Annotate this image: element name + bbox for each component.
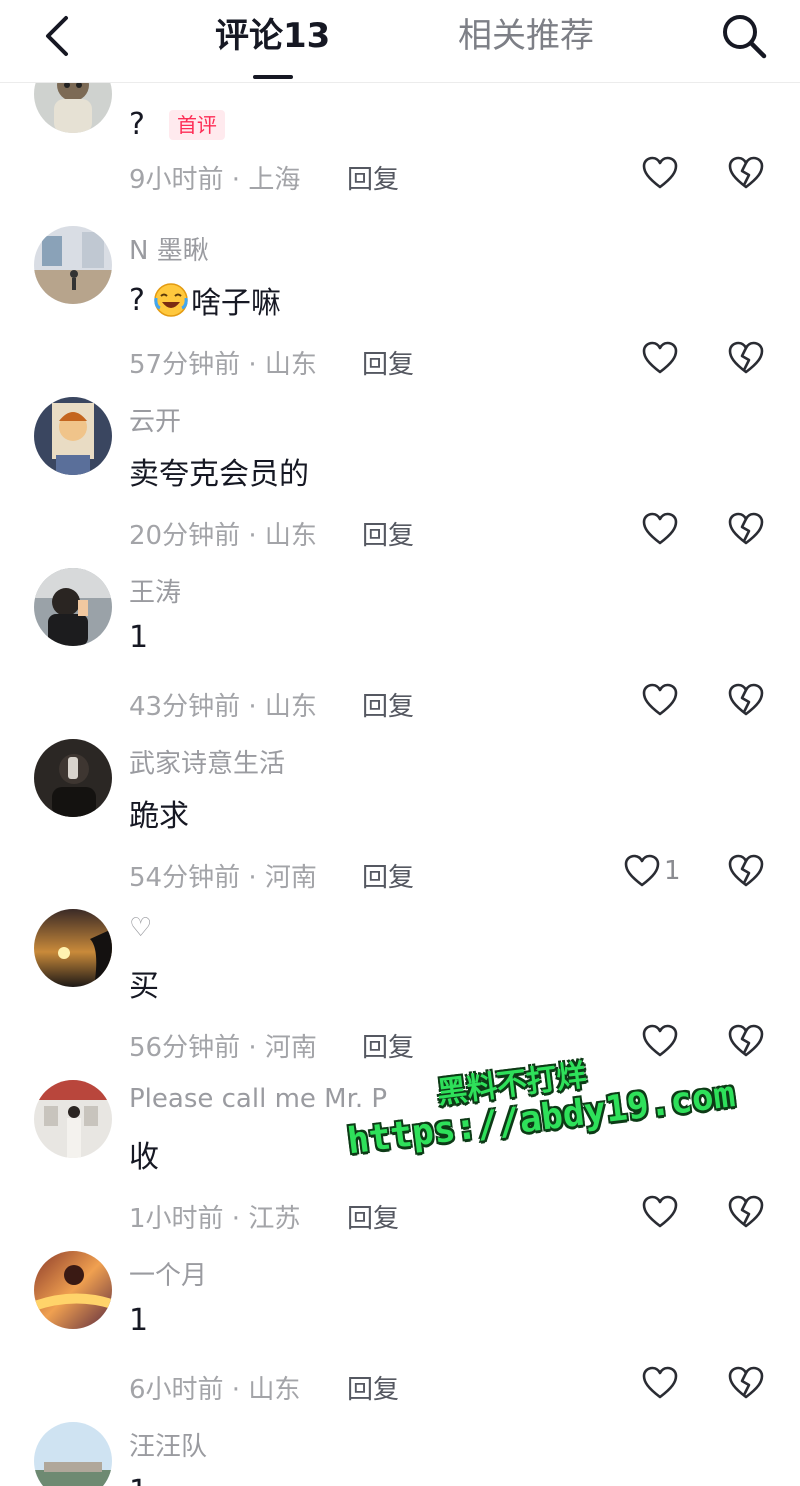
heart-icon [624,854,660,887]
tab-comments[interactable]: 评论13 [215,14,330,58]
reply-button[interactable]: 回复 [362,515,414,552]
comment-meta: 54分钟前 · 河南 [129,863,317,893]
comment-text: 卖夸克会员的 [129,457,309,492]
reply-button[interactable]: 回复 [347,1369,399,1406]
username[interactable]: ♡ [129,913,152,943]
like-button[interactable] [640,680,680,720]
username[interactable]: 一个月 [129,1255,207,1292]
comment-meta: 6小时前 · 山东 [129,1375,301,1405]
dislike-button[interactable] [726,851,766,891]
first-comment-badge: 首评 [168,109,225,140]
comment-text: 1 [129,1303,149,1338]
reply-button[interactable]: 回复 [362,686,414,723]
avatar[interactable] [34,1422,112,1486]
reply-button[interactable]: 回复 [362,344,414,381]
comment-meta: 43分钟前 · 山东 [129,692,317,722]
broken-heart-icon [728,156,764,189]
heart-icon [642,1024,678,1057]
chevron-left-icon [46,16,68,56]
avatar[interactable] [34,909,112,987]
comment-text: 收 [129,1140,159,1175]
tab-related[interactable]: 相关推荐 [458,14,594,58]
broken-heart-icon [728,683,764,716]
like-button[interactable] [640,338,680,378]
broken-heart-icon [728,512,764,545]
comment-item: Please call me Mr. P 收 1小时前 · 江苏 回复 [0,1080,800,1251]
like-button[interactable] [640,1192,680,1232]
broken-heart-icon [728,1195,764,1228]
comment-text: 1 [129,1474,148,1486]
heart-icon [642,1366,678,1399]
comment-meta: 57分钟前 · 山东 [129,350,317,380]
dislike-button[interactable] [726,153,766,193]
username[interactable]: 云开 [129,401,181,438]
comment-item: ♡ 买 56分钟前 · 河南 回复 [0,909,800,1080]
username[interactable]: Please call me Mr. P [129,1084,387,1114]
comment-item: 王涛 1 43分钟前 · 山东 回复 [0,568,800,739]
comment-text: ? 啥子嘛 [129,282,281,322]
username[interactable]: 汪汪队 [129,1426,207,1463]
like-button[interactable] [640,153,680,193]
search-icon [723,15,767,59]
broken-heart-icon [728,1024,764,1057]
dislike-button[interactable] [726,1192,766,1232]
top-nav: 评论13 相关推荐 [0,0,800,83]
reply-button[interactable]: 回复 [347,159,399,196]
dislike-button[interactable] [726,338,766,378]
comment-text: 1 [129,620,149,655]
search-button[interactable] [718,10,770,62]
heart-icon [642,512,678,545]
tab-indicator [253,75,293,79]
comment-item: 汪汪队 1 [0,1422,800,1486]
comment-meta: 20分钟前 · 山东 [129,521,317,551]
comment-list: ? 首评 9小时前 · 上海 回复 N 墨瞅 ? 啥子嘛 57分钟前 · 山东 … [0,0,800,1486]
reply-button[interactable]: 回复 [347,1198,399,1235]
reply-button[interactable]: 回复 [362,1027,414,1064]
broken-heart-icon [728,341,764,374]
crying-laughing-emoji-icon [154,283,188,317]
username[interactable]: 王涛 [129,572,181,609]
broken-heart-icon [728,854,764,887]
username[interactable]: N 墨瞅 [129,230,209,267]
like-count: 1 [664,856,681,886]
heart-icon [642,341,678,374]
dislike-button[interactable] [726,509,766,549]
dislike-button[interactable] [726,1021,766,1061]
broken-heart-icon [728,1366,764,1399]
comment-item: N 墨瞅 ? 啥子嘛 57分钟前 · 山东 回复 [0,226,800,397]
comment-meta: 9小时前 · 上海 [129,165,301,195]
avatar[interactable] [34,397,112,475]
comment-meta: 1小时前 · 江苏 [129,1204,301,1234]
heart-icon [642,1195,678,1228]
heart-icon [642,683,678,716]
like-button[interactable] [640,1021,680,1061]
avatar[interactable] [34,226,112,304]
dislike-button[interactable] [726,680,766,720]
comment-text: 买 [129,969,159,1004]
dislike-button[interactable] [726,1363,766,1403]
heart-icon [642,156,678,189]
comment-item: 武家诗意生活 跪求 54分钟前 · 河南 回复 1 [0,739,800,910]
username[interactable]: 武家诗意生活 [129,743,285,780]
reply-button[interactable]: 回复 [362,857,414,894]
comment-item: 一个月 1 6小时前 · 山东 回复 [0,1251,800,1422]
comment-text: 跪求 [129,799,189,834]
like-button[interactable] [640,509,680,549]
comment-text: ? 首评 [129,107,225,142]
comment-meta: 56分钟前 · 河南 [129,1033,317,1063]
avatar[interactable] [34,1080,112,1158]
like-button[interactable]: 1 [622,851,681,891]
avatar[interactable] [34,1251,112,1329]
avatar[interactable] [34,739,112,817]
back-button[interactable] [36,14,80,58]
comment-item: 云开 卖夸克会员的 20分钟前 · 山东 回复 [0,397,800,568]
like-button[interactable] [640,1363,680,1403]
avatar[interactable] [34,568,112,646]
